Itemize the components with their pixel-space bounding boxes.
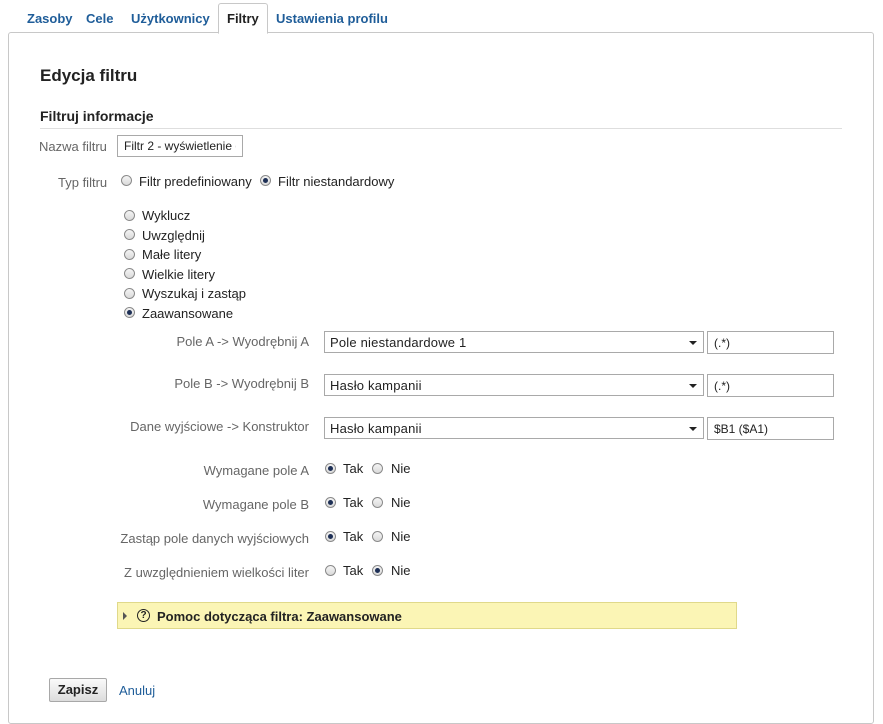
custom-type-advanced-radio[interactable] (124, 307, 135, 318)
override-output-yes-radio[interactable] (325, 531, 336, 542)
field-a-select-value: Pole niestandardowe 1 (330, 335, 467, 350)
field-b-extract-input[interactable] (707, 374, 834, 397)
output-select[interactable]: Hasło kampanii (324, 417, 704, 439)
field-b-select-value: Hasło kampanii (330, 378, 422, 393)
required-field-a-yes-radio[interactable] (325, 463, 336, 474)
required-field-a-label: Wymagane pole A (203, 463, 309, 478)
custom-type-include-radio[interactable] (124, 229, 135, 240)
required-field-b-no-radio[interactable] (372, 497, 383, 508)
advanced-help-bar[interactable]: ? Pomoc dotycząca filtra: Zaawansowane (117, 602, 737, 629)
chevron-down-icon (689, 427, 697, 431)
custom-type-exclude-radio[interactable] (124, 210, 135, 221)
filter-type-custom-label[interactable]: Filtr niestandardowy (278, 174, 394, 189)
required-field-a-yes-label[interactable]: Tak (343, 461, 363, 476)
help-icon: ? (137, 609, 150, 622)
help-text: Pomoc dotycząca filtra: Zaawansowane (157, 609, 402, 624)
filter-type-custom-radio[interactable] (260, 175, 271, 186)
required-field-b-no-label[interactable]: Nie (391, 495, 411, 510)
override-output-yes-label[interactable]: Tak (343, 529, 363, 544)
cancel-link[interactable]: Anuluj (119, 683, 155, 698)
required-field-b-yes-radio[interactable] (325, 497, 336, 508)
output-constructor-input[interactable] (707, 417, 834, 440)
override-output-no-label[interactable]: Nie (391, 529, 411, 544)
field-a-extract-input[interactable] (707, 331, 834, 354)
tab-bar: Zasoby Cele Użytkownicy Filtry Ustawieni… (0, 0, 883, 34)
chevron-down-icon (689, 341, 697, 345)
section-divider (40, 128, 842, 129)
tab-zasoby[interactable]: Zasoby (27, 11, 73, 26)
custom-type-exclude-label[interactable]: Wyklucz (142, 208, 190, 223)
page-title: Edycja filtru (40, 66, 138, 85)
filter-type-label: Typ filtru (58, 175, 108, 190)
case-sensitive-label: Z uwzględnieniem wielkości liter (124, 565, 309, 580)
field-b-select[interactable]: Hasło kampanii (324, 374, 704, 396)
custom-type-advanced-label[interactable]: Zaawansowane (142, 306, 233, 321)
required-field-a-no-radio[interactable] (372, 463, 383, 474)
field-a-select[interactable]: Pole niestandardowe 1 (324, 331, 704, 353)
custom-type-lowercase-radio[interactable] (124, 249, 135, 260)
tab-ustawienia-profilu[interactable]: Ustawienia profilu (276, 11, 388, 26)
tab-cele[interactable]: Cele (86, 11, 113, 26)
custom-type-uppercase-label[interactable]: Wielkie litery (142, 267, 215, 282)
field-a-label: Pole A -> Wyodrębnij A (176, 334, 310, 349)
expand-triangle-icon (123, 612, 127, 620)
filter-name-label: Nazwa filtru (39, 139, 107, 154)
custom-type-search-replace-radio[interactable] (124, 288, 135, 299)
override-output-label: Zastąp pole danych wyjściowych (120, 531, 309, 546)
filter-type-predefined-label[interactable]: Filtr predefiniowany (139, 174, 252, 189)
field-b-label: Pole B -> Wyodrębnij B (174, 376, 309, 391)
chevron-down-icon (689, 384, 697, 388)
custom-type-uppercase-radio[interactable] (124, 268, 135, 279)
case-sensitive-no-label[interactable]: Nie (391, 563, 411, 578)
case-sensitive-yes-radio[interactable] (325, 565, 336, 576)
output-select-value: Hasło kampanii (330, 421, 422, 436)
override-output-no-radio[interactable] (372, 531, 383, 542)
custom-type-include-label[interactable]: Uwzględnij (142, 228, 205, 243)
tab-uzytkownicy[interactable]: Użytkownicy (131, 11, 210, 26)
required-field-b-label: Wymagane pole B (202, 497, 309, 512)
required-field-a-no-label[interactable]: Nie (391, 461, 411, 476)
required-field-b-yes-label[interactable]: Tak (343, 495, 363, 510)
filter-edit-panel: Edycja filtru Filtruj informacje Nazwa f… (8, 32, 874, 724)
filter-name-input[interactable] (117, 135, 243, 157)
case-sensitive-no-radio[interactable] (372, 565, 383, 576)
save-button[interactable]: Zapisz (49, 678, 107, 702)
section-title: Filtruj informacje (40, 108, 154, 124)
custom-type-lowercase-label[interactable]: Małe litery (142, 247, 201, 262)
case-sensitive-yes-label[interactable]: Tak (343, 563, 363, 578)
tab-filtry[interactable]: Filtry (218, 3, 268, 34)
output-label: Dane wyjściowe -> Konstruktor (130, 419, 309, 434)
filter-type-predefined-radio[interactable] (121, 175, 132, 186)
custom-type-search-replace-label[interactable]: Wyszukaj i zastąp (142, 286, 246, 301)
